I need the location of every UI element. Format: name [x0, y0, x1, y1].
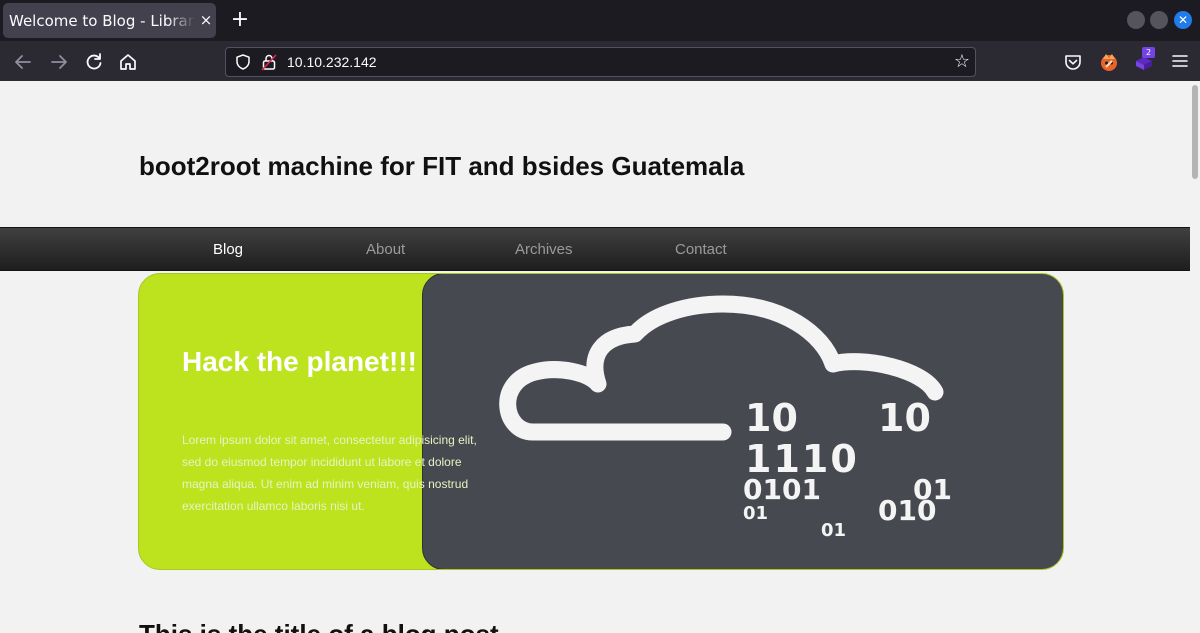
tab-close-icon[interactable]: ×	[197, 10, 215, 30]
blog-post-title[interactable]: This is the title of a blog post	[139, 619, 499, 633]
nav-link-about[interactable]: About	[366, 241, 405, 258]
window-minimize-button[interactable]	[1127, 11, 1145, 29]
binary-digits: 010	[878, 494, 936, 527]
binary-digits: 10	[878, 396, 931, 440]
hero-text: Lorem ipsum dolor sit amet, consectetur …	[182, 429, 512, 517]
hamburger-menu-icon[interactable]	[1170, 51, 1190, 71]
url-bar[interactable]: 10.10.232.142 ☆	[225, 47, 976, 77]
window-close-button[interactable]: ✕	[1174, 11, 1192, 29]
hero-text-line: sed do eiusmod tempor incididunt ut labo…	[182, 455, 462, 469]
home-button[interactable]	[115, 49, 141, 75]
hero-title: Hack the planet!!!	[182, 346, 417, 377]
page-scrollbar[interactable]	[1190, 81, 1200, 633]
site-title: boot2root machine for FIT and bsides Gua…	[139, 151, 745, 181]
arrow-left-icon	[15, 55, 31, 69]
site-navigation: Blog About Archives Contact	[0, 227, 1190, 271]
home-icon	[120, 54, 136, 70]
forward-button[interactable]	[46, 49, 72, 75]
nav-link-blog[interactable]: Blog	[213, 241, 243, 258]
tracking-protection-shield-icon[interactable]	[234, 53, 252, 71]
binary-digits: 01	[821, 520, 846, 541]
bookmark-star-icon[interactable]: ☆	[952, 51, 972, 73]
navigation-toolbar: 10.10.232.142 ☆ 2	[0, 41, 1200, 81]
binary-digits: 0101	[743, 473, 821, 506]
tab-bar: Welcome to Blog - Library Machine × + ✕	[0, 0, 1200, 41]
arrow-right-icon	[51, 55, 67, 69]
nav-link-contact[interactable]: Contact	[675, 241, 727, 258]
reload-icon	[86, 53, 102, 70]
hero-text-line: Lorem ipsum dolor sit amet, consectetur …	[182, 433, 477, 447]
hero-text-line: magna aliqua. Ut enim ad minim veniam, q…	[182, 477, 469, 491]
extension-badge: 2	[1142, 47, 1155, 58]
tab-title: Welcome to Blog - Library Machine	[9, 12, 195, 30]
browser-tab[interactable]: Welcome to Blog - Library Machine ×	[3, 3, 216, 38]
scrollbar-thumb[interactable]	[1192, 85, 1198, 179]
page-viewport: boot2root machine for FIT and bsides Gua…	[0, 81, 1200, 633]
hero-text-line: exercitation ullamco laboris nisi ut.	[182, 499, 365, 513]
insecure-lock-icon[interactable]	[261, 53, 277, 71]
window-maximize-button[interactable]	[1150, 11, 1168, 29]
cloud-outline	[499, 295, 944, 441]
hero-cloud-image: 10 10 1110 0101 01 01 010 01	[422, 274, 1063, 569]
binary-digits: 10	[745, 396, 798, 440]
foxyproxy-icon[interactable]	[1098, 51, 1120, 73]
pocket-icon[interactable]	[1062, 51, 1084, 73]
binary-digits: 01	[743, 503, 768, 524]
nav-link-archives[interactable]: Archives	[515, 241, 573, 258]
new-tab-button[interactable]: +	[228, 7, 252, 33]
reload-button[interactable]	[81, 49, 107, 75]
cloud-binary-illustration: 10 10 1110 0101 01 01 010 01	[499, 295, 952, 541]
back-button[interactable]	[10, 49, 36, 75]
hero-banner: Hack the planet!!! Lorem ipsum dolor sit…	[138, 273, 1064, 570]
url-text[interactable]: 10.10.232.142	[287, 54, 377, 70]
